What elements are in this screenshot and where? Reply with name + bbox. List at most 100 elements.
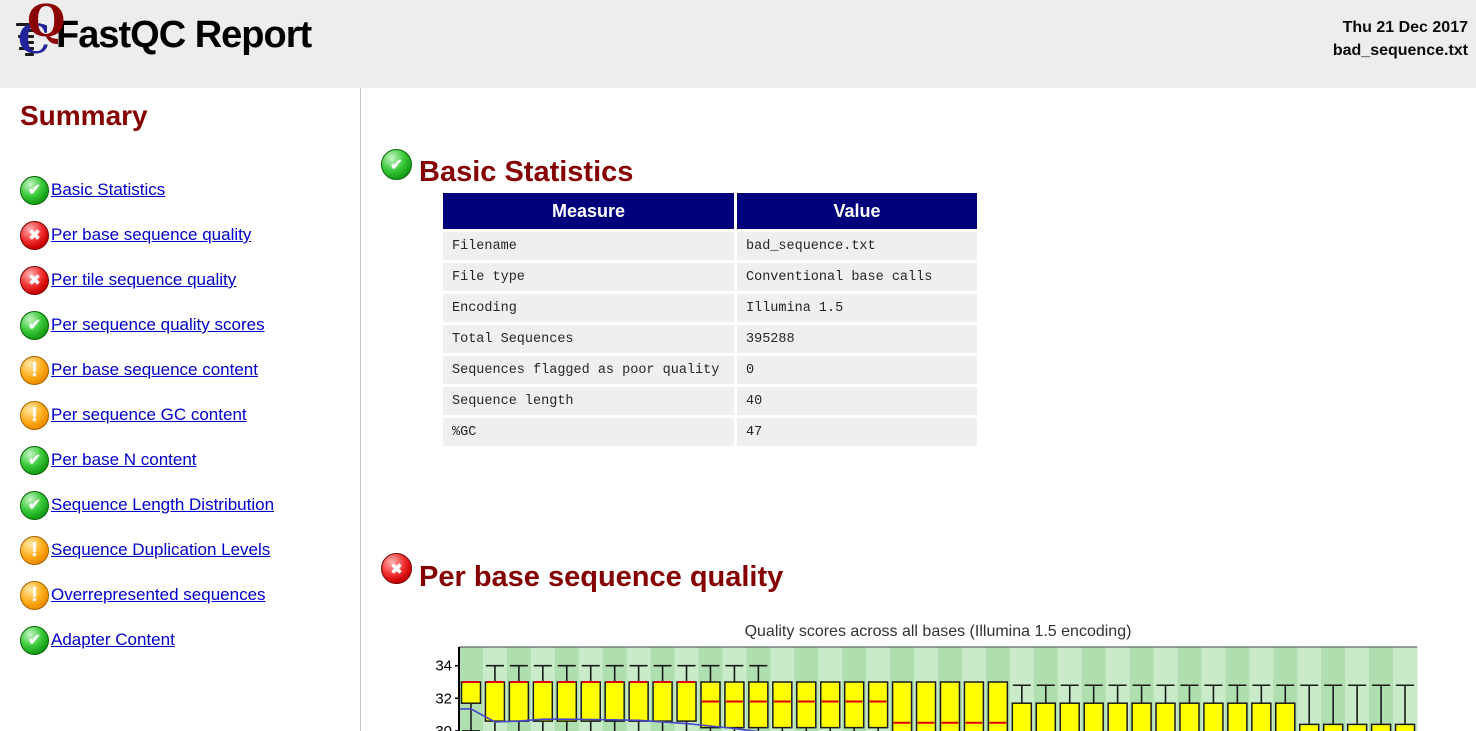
quality-box xyxy=(1108,703,1127,731)
section-title-per-base-quality: Per base sequence quality xyxy=(419,561,783,594)
fail-icon: ✖ xyxy=(381,553,412,584)
quality-box xyxy=(677,682,696,721)
quality-box xyxy=(1276,703,1295,731)
pass-icon: ✔ xyxy=(20,176,49,205)
sidebar-item: !Per sequence GC content xyxy=(20,400,355,430)
header-meta: Thu 21 Dec 2017 bad_sequence.txt xyxy=(1333,16,1468,62)
report-date: Thu 21 Dec 2017 xyxy=(1333,16,1468,39)
sidebar-item: !Overrepresented sequences xyxy=(20,580,355,610)
sidebar-link[interactable]: Per base N content xyxy=(51,450,197,470)
quality-box xyxy=(605,682,624,721)
sidebar-link[interactable]: Per tile sequence quality xyxy=(51,270,236,290)
quality-box xyxy=(1060,703,1079,731)
quality-box xyxy=(1156,703,1175,731)
sidebar-link[interactable]: Per base sequence quality xyxy=(51,225,251,245)
chart-title: Quality scores across all bases (Illumin… xyxy=(745,623,1132,640)
quality-box xyxy=(1348,724,1367,731)
table-row: Total Sequences395288 xyxy=(443,325,977,353)
measure-cell: Encoding xyxy=(443,294,734,322)
sidebar-divider xyxy=(360,88,361,731)
quality-box xyxy=(1180,703,1199,731)
value-cell: 0 xyxy=(737,356,977,384)
value-cell: Illumina 1.5 xyxy=(737,294,977,322)
y-axis-tick-label: 34 xyxy=(435,658,452,675)
fail-icon: ✖ xyxy=(20,221,49,250)
warn-icon: ! xyxy=(20,581,49,610)
quality-box xyxy=(509,682,528,721)
sidebar-link[interactable]: Per sequence GC content xyxy=(51,405,247,425)
quality-box xyxy=(1012,703,1031,731)
pass-icon: ✔ xyxy=(20,626,49,655)
quality-box xyxy=(701,682,720,728)
report-header: Q C FastQC Report Thu 21 Dec 2017 bad_se… xyxy=(0,0,1476,88)
sidebar-link[interactable]: Per sequence quality scores xyxy=(51,315,265,335)
quality-box xyxy=(773,682,792,728)
quality-boxplot-chart: 34 32 30 Quality scores across all bases (I… xyxy=(420,620,1476,731)
fastqc-report-page: Q C FastQC Report Thu 21 Dec 2017 bad_se… xyxy=(0,0,1476,731)
measure-cell: %GC xyxy=(443,418,734,446)
quality-box xyxy=(1204,703,1223,731)
report-filename: bad_sequence.txt xyxy=(1333,39,1468,62)
quality-box xyxy=(1132,703,1151,731)
sidebar-link[interactable]: Sequence Length Distribution xyxy=(51,495,274,515)
quality-box xyxy=(533,682,552,721)
stats-table-head: MeasureValue xyxy=(443,193,977,229)
summary-list: ✔Basic Statistics✖Per base sequence qual… xyxy=(20,175,355,670)
pass-icon: ✔ xyxy=(20,491,49,520)
quality-box xyxy=(1372,724,1391,731)
warn-icon: ! xyxy=(20,401,49,430)
value-cell: 395288 xyxy=(737,325,977,353)
sidebar-item: ✔Sequence Length Distribution xyxy=(20,490,355,520)
logo-q-letter: Q xyxy=(27,0,65,47)
value-cell: Conventional base calls xyxy=(737,263,977,291)
sidebar-link[interactable]: Per base sequence content xyxy=(51,360,258,380)
table-row: Sequences flagged as poor quality0 xyxy=(443,356,977,384)
quality-box xyxy=(749,682,768,728)
sidebar-item: ✔Basic Statistics xyxy=(20,175,355,205)
quality-box xyxy=(1252,703,1271,731)
quality-box xyxy=(1036,703,1055,731)
table-row: %GC47 xyxy=(443,418,977,446)
y-axis-tick-label: 32 xyxy=(435,690,452,707)
quality-box xyxy=(581,682,600,721)
quality-box xyxy=(653,682,672,721)
pass-icon: ✔ xyxy=(381,149,412,180)
table-row: EncodingIllumina 1.5 xyxy=(443,294,977,322)
quality-box xyxy=(461,682,480,703)
pass-icon: ✔ xyxy=(20,446,49,475)
sidebar-item: ✖Per base sequence quality xyxy=(20,220,355,250)
y-axis-tick-label: 30 xyxy=(435,723,452,731)
warn-icon: ! xyxy=(20,536,49,565)
value-cell: bad_sequence.txt xyxy=(737,232,977,260)
stats-table-body: Filenamebad_sequence.txt File typeConvent… xyxy=(443,232,977,446)
quality-box xyxy=(725,682,744,728)
quality-box xyxy=(629,682,648,721)
table-row: Filenamebad_sequence.txt xyxy=(443,232,977,260)
measure-cell: Sequence length xyxy=(443,387,734,415)
measure-cell: Sequences flagged as poor quality xyxy=(443,356,734,384)
sidebar-item: ✔Per sequence quality scores xyxy=(20,310,355,340)
quality-box xyxy=(1084,703,1103,731)
table-header-cell: Value xyxy=(737,193,977,229)
value-cell: 47 xyxy=(737,418,977,446)
sidebar-item: !Per base sequence content xyxy=(20,355,355,385)
fail-icon: ✖ xyxy=(20,266,49,295)
quality-box xyxy=(821,682,840,728)
quality-box xyxy=(1396,724,1415,731)
measure-cell: Filename xyxy=(443,232,734,260)
quality-box xyxy=(557,682,576,721)
quality-box xyxy=(869,682,888,728)
sidebar-item: !Sequence Duplication Levels xyxy=(20,535,355,565)
sidebar-link[interactable]: Sequence Duplication Levels xyxy=(51,540,270,560)
sidebar-link[interactable]: Adapter Content xyxy=(51,630,175,650)
table-row: File typeConventional base calls xyxy=(443,263,977,291)
sidebar-link[interactable]: Overrepresented sequences xyxy=(51,585,266,605)
table-row: Sequence length40 xyxy=(443,387,977,415)
stats-table: MeasureValue Filenamebad_sequence.txtFil… xyxy=(440,190,980,449)
quality-box xyxy=(485,682,504,721)
quality-box xyxy=(797,682,816,728)
quality-box xyxy=(1228,703,1247,731)
sidebar-item: ✔Adapter Content xyxy=(20,625,355,655)
quality-box xyxy=(1300,724,1319,731)
sidebar-link[interactable]: Basic Statistics xyxy=(51,180,165,200)
